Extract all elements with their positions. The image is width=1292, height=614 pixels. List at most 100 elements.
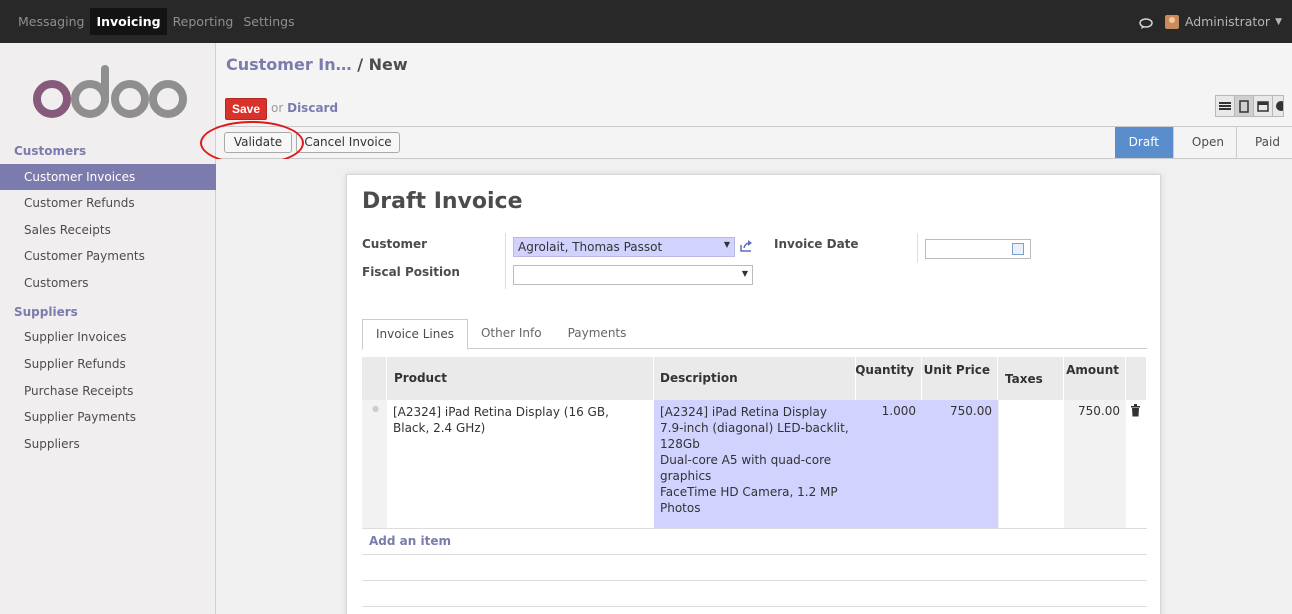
chevron-down-icon[interactable]: ▼ [1275, 17, 1282, 27]
amount-cell-bg [1064, 400, 1126, 528]
invoice-date-field[interactable] [925, 239, 1031, 259]
menu-invoicing[interactable]: Invoicing [90, 8, 167, 35]
or-text: or [271, 101, 284, 115]
menu-reporting[interactable]: Reporting [169, 8, 238, 35]
save-button[interactable]: Save [225, 98, 267, 120]
description-line: Photos [660, 501, 701, 515]
header-taxes-label: Taxes [1005, 372, 1043, 386]
form-sheet: Draft Invoice Customer Fiscal Position A… [346, 174, 1161, 614]
table-row[interactable]: ● [A2324] iPad Retina Display (16 GB, Bl… [362, 400, 1147, 528]
chat-icon[interactable] [1139, 17, 1153, 29]
header-unit-price-label: Unit Price [923, 363, 990, 377]
breadcrumb-parent[interactable]: Customer In… [226, 55, 352, 74]
sidebar-item-supplier-payments[interactable]: Supplier Payments [0, 404, 216, 430]
table-header-actions [1126, 357, 1147, 400]
cancel-invoice-button[interactable]: Cancel Invoice [296, 132, 400, 153]
row-divider [362, 554, 1147, 555]
chevron-down-icon[interactable]: ▼ [724, 240, 730, 249]
sidebar-item-sales-receipts[interactable]: Sales Receipts [0, 217, 216, 243]
view-switcher [1215, 95, 1284, 117]
description-line: FaceTime HD Camera, 1.2 MP [660, 485, 838, 499]
menu-settings[interactable]: Settings [239, 8, 298, 35]
form-view-icon[interactable] [1234, 95, 1254, 117]
customer-label: Customer [362, 237, 428, 251]
row-divider [362, 606, 1147, 607]
unit-price-cell[interactable]: 750.00 [922, 404, 992, 418]
header-product-label: Product [394, 371, 447, 385]
page-title: Draft Invoice [362, 189, 523, 214]
breadcrumb: Customer In… / New [226, 55, 408, 74]
discard-area: or Discard [271, 101, 338, 115]
graph-view-icon[interactable] [1272, 95, 1284, 117]
odoo-logo[interactable] [32, 63, 190, 123]
field-separator [505, 233, 506, 289]
fiscal-position-label: Fiscal Position [362, 265, 460, 279]
tab-other-info[interactable]: Other Info [468, 319, 555, 349]
external-link-icon[interactable] [739, 239, 753, 253]
description-line: [A2324] iPad Retina Display [660, 405, 827, 419]
add-item-link[interactable]: Add an item [369, 534, 451, 548]
row-divider [362, 580, 1147, 581]
sidebar-item-purchase-receipts[interactable]: Purchase Receipts [0, 378, 216, 404]
description-cell[interactable]: [A2324] iPad Retina Display 7.9-inch (di… [654, 400, 998, 528]
tab-payments[interactable]: Payments [555, 319, 640, 349]
menu-messaging[interactable]: Messaging [14, 8, 88, 35]
quantity-cell[interactable]: 1.000 [856, 404, 916, 418]
main-content: Draft Invoice Customer Fiscal Position A… [216, 159, 1292, 614]
sidebar-item-customer-payments[interactable]: Customer Payments [0, 243, 216, 269]
sidebar-item-supplier-invoices[interactable]: Supplier Invoices [0, 324, 216, 350]
list-view-icon[interactable] [1215, 95, 1235, 117]
table-header-amount[interactable]: Amount [1064, 357, 1126, 400]
sidebar-section-customers: Customers [14, 144, 87, 158]
main-menu: Messaging Invoicing Reporting Settings [14, 0, 301, 43]
status-bar: Validate Cancel Invoice Draft Open Paid [216, 127, 1292, 159]
table-header-product[interactable]: Product [387, 357, 654, 400]
fiscal-position-field[interactable]: ▼ [513, 265, 753, 285]
header-quantity-label: Quantity [855, 363, 914, 377]
customer-field[interactable]: Agrolait, Thomas Passot ▼ [513, 237, 735, 257]
sidebar-item-supplier-refunds[interactable]: Supplier Refunds [0, 351, 216, 377]
sidebar-item-customer-invoices[interactable]: Customer Invoices [0, 164, 216, 190]
table-header-quantity[interactable]: Quantity [855, 357, 922, 400]
chevron-down-icon[interactable]: ▼ [742, 269, 748, 278]
sidebar: Customers Customer Invoices Customer Ref… [0, 43, 216, 614]
header-amount-label: Amount [1066, 363, 1119, 377]
description-line: 128Gb [660, 437, 700, 451]
description-line: graphics [660, 469, 712, 483]
product-cell[interactable]: [A2324] iPad Retina Display (16 GB, Blac… [393, 404, 643, 436]
user-area: Administrator ▼ [1139, 0, 1282, 43]
breadcrumb-current: / New [357, 55, 408, 74]
customer-value: Agrolait, Thomas Passot [518, 240, 663, 254]
state-draft: Draft [1114, 127, 1173, 158]
row-divider [362, 528, 1147, 529]
tab-invoice-lines[interactable]: Invoice Lines [362, 319, 468, 350]
user-name[interactable]: Administrator [1185, 14, 1270, 29]
control-panel: Customer In… / New Save or Discard [216, 43, 1292, 127]
trash-icon[interactable] [1130, 404, 1141, 420]
discard-button[interactable]: Discard [287, 101, 338, 115]
taxes-cell[interactable] [998, 400, 1064, 528]
table-header-handle [362, 357, 387, 400]
sidebar-item-customer-refunds[interactable]: Customer Refunds [0, 190, 216, 216]
amount-cell: 750.00 [1078, 404, 1120, 418]
field-separator [917, 233, 918, 263]
handle-icon[interactable]: ● [372, 404, 379, 413]
table-header-unit-price[interactable]: Unit Price [922, 357, 998, 400]
invoice-date-label: Invoice Date [774, 237, 859, 251]
description-line: Dual-core A5 with quad-core [660, 453, 832, 467]
state-pipeline: Draft Open Paid [1114, 127, 1292, 158]
drag-handle[interactable]: ● [362, 400, 387, 528]
table-header-description[interactable]: Description [654, 357, 856, 400]
calendar-view-icon[interactable] [1253, 95, 1273, 117]
top-navbar: Messaging Invoicing Reporting Settings A… [0, 0, 1292, 43]
avatar[interactable] [1164, 14, 1179, 29]
description-line: 7.9-inch (diagonal) LED-backlit, [660, 421, 849, 435]
sidebar-item-customers[interactable]: Customers [0, 270, 216, 296]
state-paid: Paid [1235, 127, 1292, 158]
notebook-tabs: Invoice Lines Other Info Payments [362, 319, 1147, 350]
table-header-taxes[interactable]: Taxes [998, 357, 1064, 400]
header-description-label: Description [660, 371, 738, 385]
sidebar-section-suppliers: Suppliers [14, 305, 78, 319]
sidebar-item-suppliers[interactable]: Suppliers [0, 431, 216, 457]
calendar-icon[interactable] [1012, 243, 1024, 255]
